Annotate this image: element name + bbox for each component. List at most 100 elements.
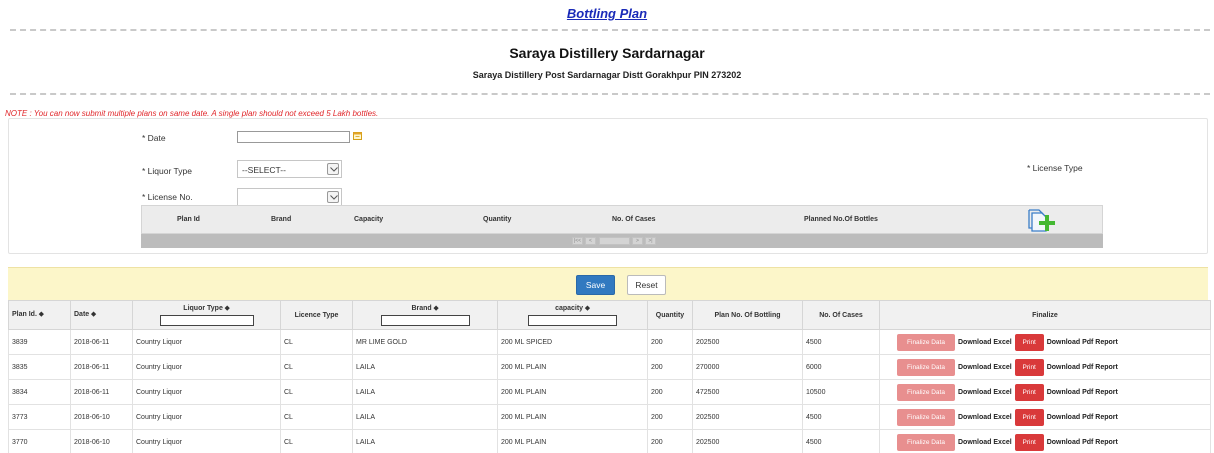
header-plan-no-bottling: Plan No. Of Bottling xyxy=(692,300,803,330)
note-text: NOTE : You can now submit multiple plans… xyxy=(5,109,379,118)
header-brand[interactable]: Brand ⬥ xyxy=(352,300,498,330)
cell-quantity: 200 xyxy=(647,404,693,430)
header-finalize-label: Finalize xyxy=(1032,311,1058,319)
license-no-select[interactable] xyxy=(237,188,342,206)
cell-liquor-type: Country Liquor xyxy=(132,404,281,430)
finalize-data-button[interactable]: Finalize Data xyxy=(897,383,955,401)
header-licence-type-label: Licence Type xyxy=(294,311,339,319)
download-pdf-link[interactable]: Download Pdf Report xyxy=(1047,364,1118,371)
cell-quantity: 200 xyxy=(647,329,693,355)
print-button[interactable]: Print xyxy=(1014,358,1044,376)
download-pdf-link[interactable]: Download Pdf Report xyxy=(1047,339,1118,346)
header-quantity-label: Quantity xyxy=(655,311,685,319)
cell-date: 2018-06-11 xyxy=(70,379,133,405)
cell-plan-no-bottling: 202500 xyxy=(692,404,803,430)
finalize-data-button[interactable]: Finalize Data xyxy=(897,408,955,426)
finalize-data-button[interactable]: Finalize Data xyxy=(897,333,955,351)
finalize-data-button[interactable]: Finalize Data xyxy=(897,433,955,451)
capacity-filter-input[interactable] xyxy=(528,314,617,326)
chevron-down-icon xyxy=(327,163,339,175)
cell-plan-id: 3773 xyxy=(8,404,71,430)
header-no-of-cases-label: No. Of Cases xyxy=(819,311,863,319)
download-excel-link[interactable]: Download Excel xyxy=(958,439,1012,446)
grid-header-capacity: Capacity xyxy=(354,216,384,223)
cell-capacity: 200 ML PLAIN xyxy=(497,379,648,405)
cell-plan-no-bottling: 202500 xyxy=(692,329,803,355)
cell-plan-no-bottling: 270000 xyxy=(692,354,803,380)
organization-address: Saraya Distillery Post Sardarnagar Distt… xyxy=(472,70,742,80)
pager-next-button[interactable]: > xyxy=(632,237,643,245)
download-pdf-link[interactable]: Download Pdf Report xyxy=(1047,439,1118,446)
header-liquor-type-label: Liquor Type ⬥ xyxy=(183,304,230,312)
cell-finalize-actions: Finalize Data Download Excel Print Download… xyxy=(879,354,1211,380)
brand-filter-input[interactable] xyxy=(380,314,470,326)
grid-header-no-of-cases: No. Of Cases xyxy=(612,216,656,223)
cell-plan-no-bottling: 202500 xyxy=(692,429,803,453)
cell-finalize-actions: Finalize Data Download Excel Print Download… xyxy=(879,329,1211,355)
calendar-icon[interactable] xyxy=(353,131,362,140)
cell-no-of-cases: 4500 xyxy=(802,404,880,430)
header-date[interactable]: Date ⬥ xyxy=(70,300,133,330)
print-button[interactable]: Print xyxy=(1014,433,1044,451)
table-row: 3773 2018-06-10 Country Liquor CL LAILA 200 M… xyxy=(8,404,1211,430)
download-excel-link[interactable]: Download Excel xyxy=(958,364,1012,371)
cell-quantity: 200 xyxy=(647,429,693,453)
cell-brand: MR LIME GOLD xyxy=(352,329,498,355)
pager-last-button[interactable]: >| xyxy=(645,237,656,245)
date-input[interactable] xyxy=(237,131,350,143)
cell-date: 2018-06-11 xyxy=(70,354,133,380)
cell-brand: LAILA xyxy=(352,404,498,430)
cell-quantity: 200 xyxy=(647,354,693,380)
pager-prev-button[interactable]: < xyxy=(585,237,596,245)
table-row: 3839 2018-06-11 Country Liquor CL MR LIME GO… xyxy=(8,329,1211,355)
reset-button[interactable]: Reset xyxy=(627,275,666,295)
table-row: 3835 2018-06-11 Country Liquor CL LAILA 200 M… xyxy=(8,354,1211,380)
add-document-icon[interactable] xyxy=(1027,207,1057,234)
header-capacity[interactable]: capacity ⬥ xyxy=(497,300,648,330)
save-button[interactable]: Save xyxy=(576,275,615,295)
table-header-row: Plan Id. ⬥ Date ⬥ Liquor Type ⬥ Licence … xyxy=(8,300,1211,330)
finalize-data-button[interactable]: Finalize Data xyxy=(897,358,955,376)
download-excel-link[interactable]: Download Excel xyxy=(958,414,1012,421)
table-row: 3770 2018-06-10 Country Liquor CL LAILA 200 M… xyxy=(8,429,1211,453)
cell-finalize-actions: Finalize Data Download Excel Print Download… xyxy=(879,404,1211,430)
header-plan-id[interactable]: Plan Id. ⬥ xyxy=(8,300,71,330)
print-button[interactable]: Print xyxy=(1014,333,1044,351)
print-button[interactable]: Print xyxy=(1014,408,1044,426)
divider-top xyxy=(10,29,1210,31)
header-quantity: Quantity xyxy=(647,300,693,330)
header-capacity-label: capacity ⬥ xyxy=(555,304,590,312)
page-title-wrap: Bottling Plan xyxy=(0,6,1214,21)
liquor-type-value: --SELECT-- xyxy=(242,165,286,175)
table-row: 3834 2018-06-11 Country Liquor CL LAILA 200 M… xyxy=(8,379,1211,405)
pager-first-button[interactable]: |<< xyxy=(572,237,583,245)
liquor-type-filter-input[interactable] xyxy=(159,314,254,326)
cell-liquor-type: Country Liquor xyxy=(132,379,281,405)
cell-liquor-type: Country Liquor xyxy=(132,429,281,453)
cell-no-of-cases: 4500 xyxy=(802,329,880,355)
grid-header-plan-id: Plan Id xyxy=(177,216,200,223)
cell-liquor-type: Country Liquor xyxy=(132,329,281,355)
download-excel-link[interactable]: Download Excel xyxy=(958,389,1012,396)
cell-date: 2018-06-10 xyxy=(70,404,133,430)
print-button[interactable]: Print xyxy=(1014,383,1044,401)
header-plan-no-bottling-label: Plan No. Of Bottling xyxy=(714,311,781,319)
page-title: Bottling Plan xyxy=(566,6,648,21)
download-pdf-link[interactable]: Download Pdf Report xyxy=(1047,389,1118,396)
header-date-label: Date ⬥ xyxy=(74,311,97,318)
grid-header-brand: Brand xyxy=(271,216,292,223)
liquor-type-label: * Liquor Type xyxy=(142,166,192,176)
download-pdf-link[interactable]: Download Pdf Report xyxy=(1047,414,1118,421)
pager-page-input[interactable] xyxy=(599,237,630,245)
entry-grid-header: Plan Id Brand Capacity Quantity No. Of C… xyxy=(141,205,1103,234)
liquor-type-select[interactable]: --SELECT-- xyxy=(237,160,342,178)
header-licence-type: Licence Type xyxy=(280,300,353,330)
grid-header-quantity: Quantity xyxy=(483,216,512,223)
cell-licence-type: CL xyxy=(280,429,353,453)
cell-date: 2018-06-11 xyxy=(70,329,133,355)
cell-plan-id: 3834 xyxy=(8,379,71,405)
download-excel-link[interactable]: Download Excel xyxy=(958,339,1012,346)
header-liquor-type[interactable]: Liquor Type ⬥ xyxy=(132,300,281,330)
plans-table: Plan Id. ⬥ Date ⬥ Liquor Type ⬥ Licence … xyxy=(8,300,1211,453)
cell-licence-type: CL xyxy=(280,354,353,380)
